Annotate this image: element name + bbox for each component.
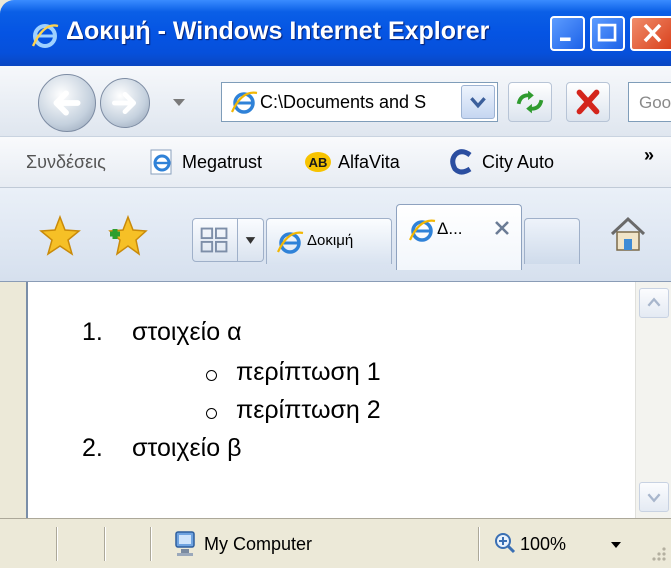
refresh-button[interactable] [508,82,552,122]
link-label: City Auto [482,152,555,172]
list-item-number: 1. [82,318,103,346]
links-overflow-button[interactable]: » [644,145,654,166]
favorites-star-icon[interactable] [38,214,82,258]
address-dropdown-button[interactable] [461,85,495,119]
refresh-icon [516,90,544,114]
links-bar: Συνδέσεις Megatrust AB AlfaVita City Aut… [0,136,671,188]
security-zone-label: My Computer [204,534,313,554]
tab-list-dropdown-button[interactable] [238,218,264,262]
link-label: AlfaVita [338,152,400,172]
link-city-auto[interactable]: City Auto [448,148,588,178]
list-item-number: 2. [82,434,103,462]
tab-dokimi[interactable]: Δοκιμή [266,218,392,264]
nested-list-item-text: περίπτωση 2 [236,396,381,424]
close-button[interactable] [630,16,671,51]
zoom-level[interactable]: 100% [520,534,566,555]
browser-window: Δοκιμή - Windows Internet Explorer C:\Do… [0,0,671,568]
stop-icon [576,89,600,115]
links-label: Συνδέσεις [26,152,106,172]
internet-explorer-icon [31,24,59,48]
scroll-down-button[interactable] [639,482,669,512]
chevron-down-icon [647,493,661,503]
chevron-up-icon [647,297,661,307]
status-divider [56,527,58,561]
search-placeholder: Goo [639,93,671,112]
quick-tabs-button[interactable] [192,218,238,262]
forward-arrow-icon [112,91,137,115]
list-item-text: στοιχείο α [132,318,242,346]
new-tab-button[interactable] [524,218,580,264]
back-button[interactable] [38,74,96,132]
chevron-down-icon [470,97,486,109]
nested-list-item-text: περίπτωση 1 [236,358,381,386]
close-tab-icon[interactable] [493,219,511,237]
link-label: Megatrust [182,152,263,172]
computer-zone-icon [175,531,195,556]
tab-active[interactable]: Δ... [396,204,522,270]
quick-tabs-icon [200,227,228,253]
minimize-icon [559,37,571,42]
resize-grip-icon[interactable] [648,543,668,563]
scroll-up-button[interactable] [639,288,669,318]
add-favorites-icon[interactable] [104,214,148,258]
circle-bullet-icon [206,408,217,419]
zoom-dropdown-icon[interactable] [610,541,622,549]
page-content: 1. στοιχείο α περίπτωση 1 περίπτωση 2 2.… [26,282,635,518]
navigation-toolbar: C:\Documents and S Goo [0,66,671,136]
ie-page-icon [230,91,258,114]
link-alfavita[interactable]: AB AlfaVita [304,148,430,178]
svg-text:AB: AB [309,155,328,170]
address-bar[interactable]: C:\Documents and S [221,82,498,122]
address-input[interactable]: C:\Documents and S [260,92,460,113]
c-logo-icon [450,149,472,175]
title-bar[interactable]: Δοκιμή - Windows Internet Explorer [0,0,671,66]
status-divider [104,527,106,561]
forward-button[interactable] [100,78,150,128]
tab-label: Δοκιμή [307,232,354,249]
link-megatrust[interactable]: Megatrust [148,148,288,178]
ie-page-icon [276,231,304,254]
ie-page-icon [408,219,436,242]
tab-label: Δ... [437,219,463,238]
search-input[interactable]: Goo [628,82,671,122]
list-item-text: στοιχείο β [132,434,242,462]
status-divider [150,527,152,561]
maximize-button[interactable] [590,16,625,51]
chevron-down-icon [245,237,256,244]
window-title: Δοκιμή - Windows Internet Explorer [66,17,490,45]
home-icon[interactable] [606,212,650,256]
recent-pages-dropdown-icon[interactable] [172,96,186,108]
circle-bullet-icon [206,370,217,381]
ie-page-icon [150,149,172,175]
vertical-scrollbar[interactable] [635,282,671,518]
tab-bar: Δοκιμή Δ... [0,188,671,282]
maximize-icon [597,23,617,42]
zoom-icon[interactable] [494,532,516,554]
minimize-button[interactable] [550,16,585,51]
close-icon [643,23,662,43]
stop-button[interactable] [566,82,610,122]
back-arrow-icon [53,90,81,116]
status-bar: My Computer 100% [0,518,671,568]
ab-icon: AB [305,152,331,172]
status-divider [478,527,480,561]
